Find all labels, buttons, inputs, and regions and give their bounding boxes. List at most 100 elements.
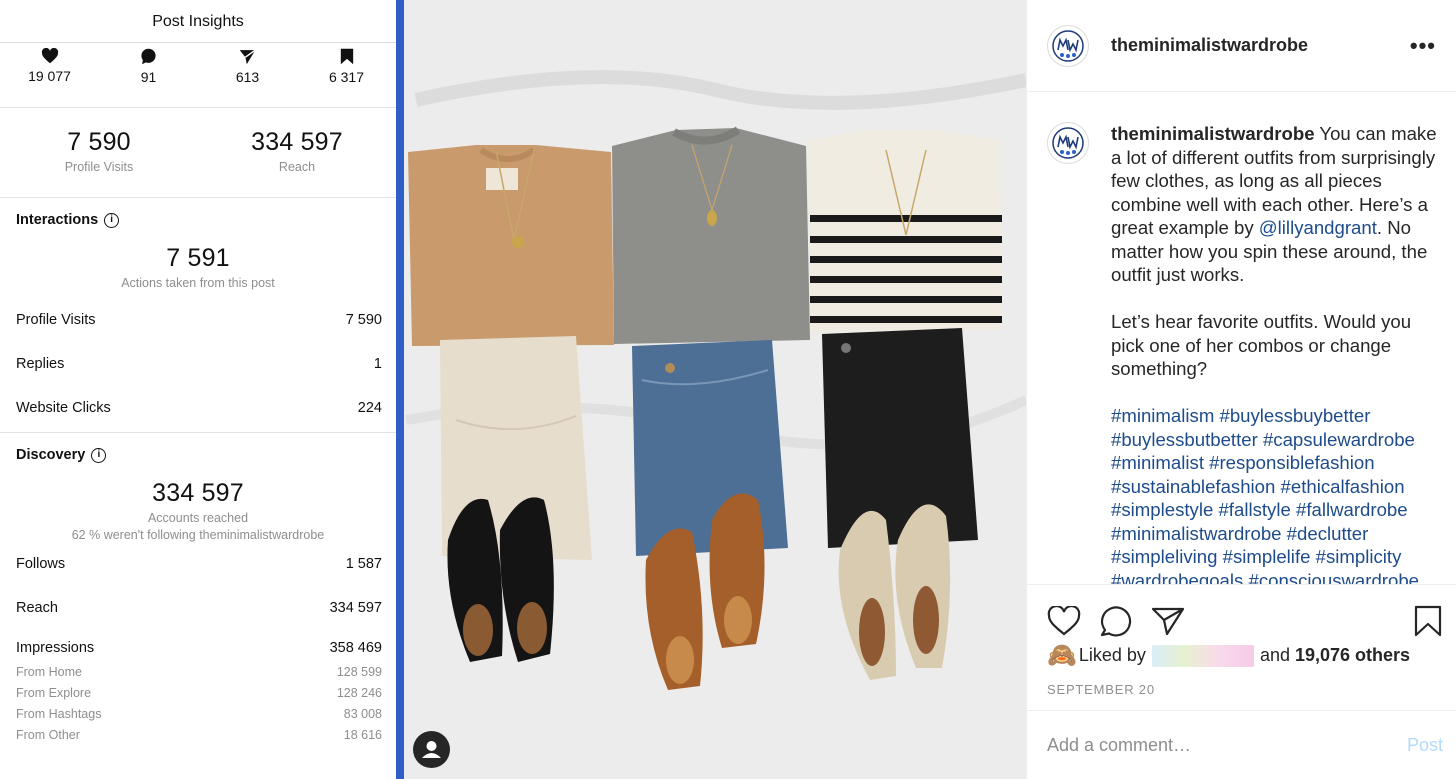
discovery-row: Follows 1 587 (0, 556, 396, 600)
profile-visits-value: 7 590 (67, 128, 131, 156)
account-avatar[interactable] (1047, 24, 1089, 67)
impressions-sub-row: From Hashtags 83 008 (0, 704, 396, 725)
interactions-heading: Interactions i (0, 198, 396, 228)
post-panel: theminimalistwardrobe ••• theminimalistw… (1026, 0, 1456, 779)
discovery-note: 62 % weren't following theminimalistward… (71, 528, 325, 542)
row-label: Impressions (16, 640, 95, 656)
row-value: 83 008 (343, 707, 382, 721)
impressions-sub-row: From Other 18 616 (0, 725, 396, 746)
saves-stat: 6 317 (297, 46, 396, 107)
row-value: 1 587 (345, 556, 382, 572)
row-label: Reach (16, 600, 58, 616)
mw-logo-icon (1052, 127, 1084, 159)
row-value: 18 616 (343, 728, 382, 742)
photo-edge (396, 0, 404, 779)
shares-stat: 613 (198, 46, 297, 107)
interactions-total-value: 7 591 (166, 244, 230, 272)
share-icon (239, 49, 256, 65)
profile-visits-label: Profile Visits (64, 160, 134, 174)
liker-name-redacted[interactable] (1151, 644, 1254, 667)
comment-input[interactable] (1047, 734, 1407, 756)
row-label: Follows (16, 556, 66, 572)
saves-count: 6 317 (328, 69, 365, 85)
hashtags[interactable]: #minimalism #buylessbuybetter #buylessbu… (1111, 404, 1442, 584)
like-heart-icon[interactable] (1047, 606, 1081, 636)
interactions-title: Interactions (16, 212, 99, 228)
info-icon[interactable]: i (91, 447, 107, 463)
row-value: 1 (373, 356, 382, 372)
liked-by-row: 🙈 Liked by and 19,076 others (1027, 641, 1456, 670)
row-label: From Home (16, 665, 82, 679)
row-label: From Explore (16, 686, 92, 700)
discovery-total-label: Accounts reached (147, 511, 249, 525)
comment-icon (141, 48, 156, 65)
insights-panel: Post Insights 19 077 91 613 6 317 7 590 … (0, 0, 396, 779)
bookmark-icon (340, 48, 353, 65)
discovery-heading: Discovery i (0, 433, 396, 463)
reach-value: 334 597 (251, 128, 343, 156)
caption-text: theminimalistwardrobe You can make a lot… (1111, 122, 1442, 584)
liked-by-others[interactable]: 19,076 others (1295, 645, 1410, 666)
impressions-sub-row: From Explore 128 246 (0, 683, 396, 704)
info-icon[interactable]: i (104, 212, 120, 228)
mw-logo-icon (1052, 29, 1084, 62)
likes-stat: 19 077 (0, 46, 99, 107)
save-bookmark-icon[interactable] (1414, 605, 1442, 637)
liker-avatar-icon: 🙈 (1047, 642, 1077, 669)
post-date: SEPTEMBER 20 (1047, 682, 1155, 697)
interactions-total-label: Actions taken from this post (121, 276, 275, 290)
row-value: 334 597 (329, 600, 382, 616)
action-bar (1027, 585, 1456, 641)
discovery-row: Impressions 358 469 (0, 640, 396, 662)
liked-by-suffix: and (1259, 645, 1290, 665)
discovery-total: 334 597 Accounts reached 62 % weren't fo… (0, 479, 396, 542)
user-icon (422, 741, 441, 758)
row-value: 128 599 (336, 665, 382, 679)
caption-avatar[interactable] (1047, 122, 1089, 164)
caption-username[interactable]: theminimalistwardrobe (1111, 123, 1315, 144)
account-username[interactable]: theminimalistwardrobe (1111, 35, 1410, 56)
caption-body-3: Let’s hear favorite outfits. Would you p… (1111, 311, 1412, 379)
row-label: From Hashtags (16, 707, 102, 721)
row-label: Replies (16, 356, 65, 372)
interaction-row: Website Clicks 224 (0, 400, 396, 432)
share-plane-icon[interactable] (1151, 606, 1185, 636)
summary-stats: 7 590 Profile Visits 334 597 Reach (0, 108, 396, 198)
discovery-row: Reach 334 597 (0, 600, 396, 640)
top-stats: 19 077 91 613 6 317 (0, 43, 396, 108)
comment-bar: Post (1027, 710, 1456, 779)
interaction-row: Replies 1 (0, 356, 396, 400)
row-value: 128 246 (336, 686, 382, 700)
reach-label: Reach (278, 160, 316, 174)
discovery-total-value: 334 597 (152, 479, 244, 507)
mention-link[interactable]: @lillyandgrant (1259, 217, 1377, 238)
row-label: Profile Visits (16, 312, 96, 328)
liked-by-prefix: Liked by (1078, 645, 1146, 665)
post-photo[interactable] (396, 0, 1026, 779)
discovery-title: Discovery (16, 447, 86, 463)
profile-visits-summary: 7 590 Profile Visits (0, 108, 198, 197)
comments-stat: 91 (99, 46, 198, 107)
impressions-sub-row: From Home 128 599 (0, 662, 396, 683)
outfit-flatlay-image (396, 0, 1026, 779)
row-value: 358 469 (329, 640, 382, 656)
shares-count: 613 (235, 69, 260, 85)
row-label: From Other (16, 728, 80, 742)
reach-summary: 334 597 Reach (198, 108, 396, 197)
row-label: Website Clicks (16, 400, 111, 416)
row-value: 224 (357, 400, 382, 416)
comments-count: 91 (140, 69, 157, 85)
tagged-user-button[interactable] (413, 731, 450, 768)
caption-area: theminimalistwardrobe You can make a lot… (1027, 92, 1456, 585)
discovery-rows: Follows 1 587 Reach 334 597 Impressions … (0, 556, 396, 746)
interactions-total: 7 591 Actions taken from this post (0, 244, 396, 290)
likes-count: 19 077 (28, 68, 71, 84)
more-options-icon[interactable]: ••• (1410, 33, 1436, 59)
post-header: theminimalistwardrobe ••• (1027, 0, 1456, 92)
interactions-rows: Profile Visits 7 590 Replies 1 Website C… (0, 312, 396, 432)
interaction-row: Profile Visits 7 590 (0, 312, 396, 356)
row-value: 7 590 (345, 312, 382, 328)
comment-bubble-icon[interactable] (1099, 605, 1133, 637)
heart-icon (41, 48, 58, 64)
post-comment-button[interactable]: Post (1407, 735, 1443, 756)
